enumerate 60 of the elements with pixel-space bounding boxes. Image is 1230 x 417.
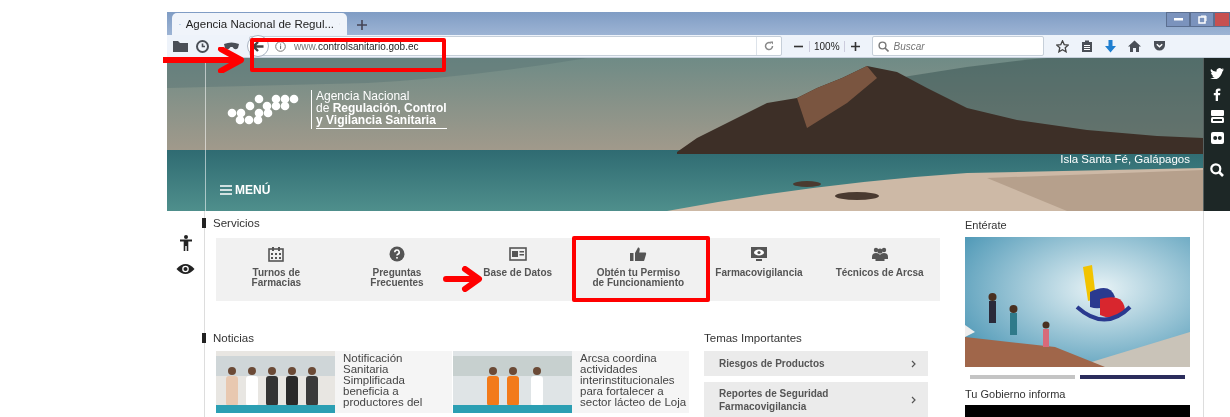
star-icon[interactable] [1055,39,1069,53]
section-title: Entérate [965,219,1008,231]
address-bar[interactable]: www.controlsanitario.gob.ec [249,36,782,57]
annotation-arrow [443,266,483,292]
question-icon [389,246,405,262]
info-icon[interactable] [275,40,286,52]
restore-button[interactable] [1190,12,1214,27]
id-card-icon [508,246,527,262]
search-field[interactable]: Buscar [871,36,1044,57]
service-link[interactable]: Farmacovigilancia [715,268,803,278]
menu-icon [220,185,232,195]
zoom-in-icon[interactable] [850,41,860,51]
minimize-icon [1173,18,1183,21]
minimize-button[interactable] [1166,12,1190,27]
news-title[interactable]: Notificación Sanitaria Simplificada beneficia a productores del [335,351,423,413]
news-card[interactable]: Notificación Sanitaria Simplificada beneficia a productores del [216,351,452,413]
mask-icon[interactable] [224,42,239,51]
restore-icon [1197,15,1207,24]
service-link[interactable]: Preguntas Frecuentes [370,268,424,288]
section-title: Noticias [213,332,254,344]
home-icon[interactable] [1127,40,1141,53]
search-icon [877,40,889,52]
folder-icon[interactable] [173,40,188,53]
service-link[interactable]: Técnicos de Arcsa [835,268,924,278]
section-title: Tu Gobierno informa [965,388,1067,400]
news-card[interactable]: Arcsa coordina actividades interinstitucionales para fortalecer a sector lácteo de Loja [453,351,689,413]
flickr-icon[interactable] [1210,132,1224,144]
clipboard-icon[interactable] [1080,40,1093,53]
video-icon[interactable] [1210,110,1224,123]
topic-link[interactable]: Riesgos de Productos [704,351,928,376]
zoom-level[interactable]: 100% [809,40,845,52]
url-text: www.controlsanitario.gob.ec [294,40,419,52]
download-icon[interactable] [1104,39,1116,53]
section-title: Temas Importantes [704,331,803,345]
thumbs-up-icon [629,246,648,262]
clock-icon[interactable] [196,39,209,53]
monitor-eye-icon [750,246,768,262]
news-title[interactable]: Arcsa coordina actividades interinstitucionales para fortalecer a sector lácteo de Loja [572,351,687,413]
section-title: Servicios [213,217,260,229]
pocket-icon[interactable] [1152,40,1166,53]
calendar-icon [268,246,285,262]
new-tab-icon[interactable] [357,20,367,31]
agency-name: Agencia Nacional de Regulación, Control y Vigilancia Sanitaria [311,90,447,129]
menu-button[interactable]: MENÚ [220,183,271,197]
eye-icon[interactable] [176,263,195,275]
group-icon [870,246,889,262]
service-link[interactable]: Base de Datos [483,268,553,278]
browser-tab[interactable]: Agencia Nacional de Regul... [172,13,347,36]
chevron-icon [911,359,916,368]
facebook-icon[interactable] [1213,88,1221,101]
service-link[interactable]: Obtén tu Permiso de Funcionamiento [592,268,685,288]
topic-link[interactable]: Reportes de Seguridad Farmacovigilancia [704,382,928,417]
search-icon[interactable] [1210,163,1224,177]
reload-icon [764,41,774,52]
accessibility-icon[interactable] [179,235,192,251]
service-link[interactable]: Turnos de Farmacias [251,268,302,288]
bird-icon[interactable] [1210,68,1224,79]
photo-caption: Isla Santa Fé, Galápagos [1060,153,1190,165]
back-arrow-icon [252,40,264,52]
chevron-icon [911,395,916,404]
